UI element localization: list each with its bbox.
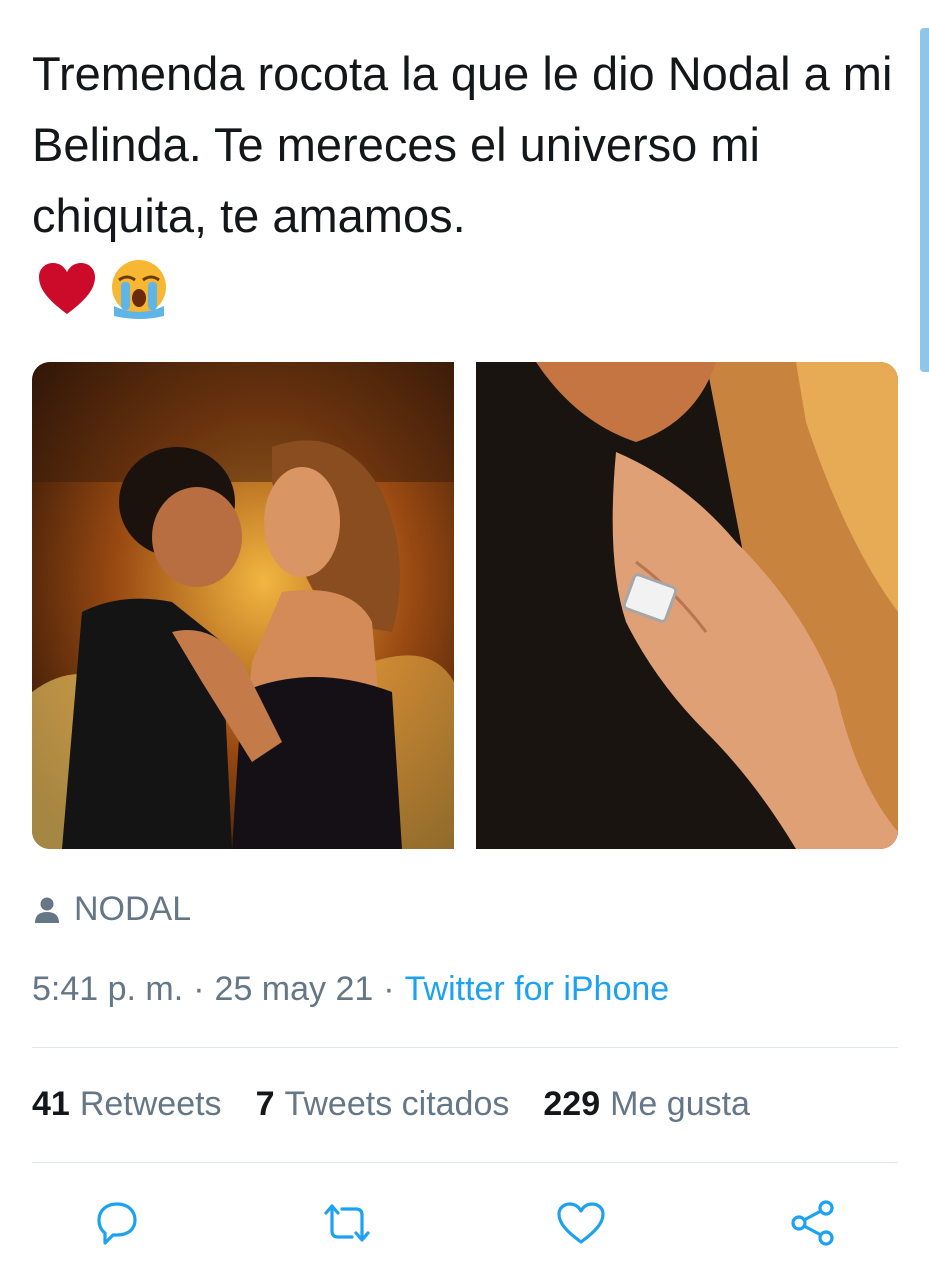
tweet-source-link[interactable]: Twitter for iPhone xyxy=(405,970,670,1008)
photo-couple[interactable] xyxy=(32,362,454,849)
photo-ring[interactable] xyxy=(476,362,898,849)
likes-label: Me gusta xyxy=(610,1085,750,1123)
quotes-count: 7 xyxy=(255,1085,275,1123)
divider xyxy=(32,1162,898,1163)
likes-stat[interactable]: 229 Me gusta xyxy=(543,1085,750,1124)
reply-icon xyxy=(97,1202,137,1245)
like-icon xyxy=(557,1202,605,1244)
share-button[interactable] xyxy=(788,1198,838,1248)
heart-icon xyxy=(39,263,95,314)
tweet-time: 5:41 p. m. xyxy=(32,970,184,1008)
loudly-crying-face-icon xyxy=(112,260,166,319)
person-icon xyxy=(35,897,59,923)
quotes-label: Tweets citados xyxy=(284,1085,510,1123)
media-tag-label: NODAL xyxy=(74,890,192,928)
media-tag[interactable]: NODAL xyxy=(34,890,191,929)
quotes-stat[interactable]: 7 Tweets citados xyxy=(256,1085,510,1124)
tweet-text: Tremenda rocota la que le dio Nodal a mi… xyxy=(32,47,893,242)
retweets-stat[interactable]: 41 Retweets xyxy=(32,1085,222,1124)
divider xyxy=(32,1047,898,1048)
retweet-icon xyxy=(324,1204,370,1242)
likes-count: 229 xyxy=(543,1085,601,1123)
tweet-stats: 41 Retweets 7 Tweets citados 229 Me gusta xyxy=(32,1085,784,1124)
retweets-label: Retweets xyxy=(79,1085,222,1123)
reply-button[interactable] xyxy=(92,1198,142,1248)
tweet-date: 25 may 21 xyxy=(214,970,374,1008)
meta-separator: · xyxy=(193,970,205,1008)
scroll-indicator[interactable] xyxy=(920,28,929,372)
meta-separator: · xyxy=(383,970,395,1008)
tweet-meta: 5:41 p. m. · 25 may 21 · Twitter for iPhone xyxy=(32,970,669,1009)
tweet-emoji-row xyxy=(38,258,172,320)
retweets-count: 41 xyxy=(32,1085,70,1123)
retweet-button[interactable] xyxy=(322,1198,372,1248)
share-icon xyxy=(791,1200,834,1246)
like-button[interactable] xyxy=(556,1198,606,1248)
media-gallery[interactable] xyxy=(32,362,898,849)
